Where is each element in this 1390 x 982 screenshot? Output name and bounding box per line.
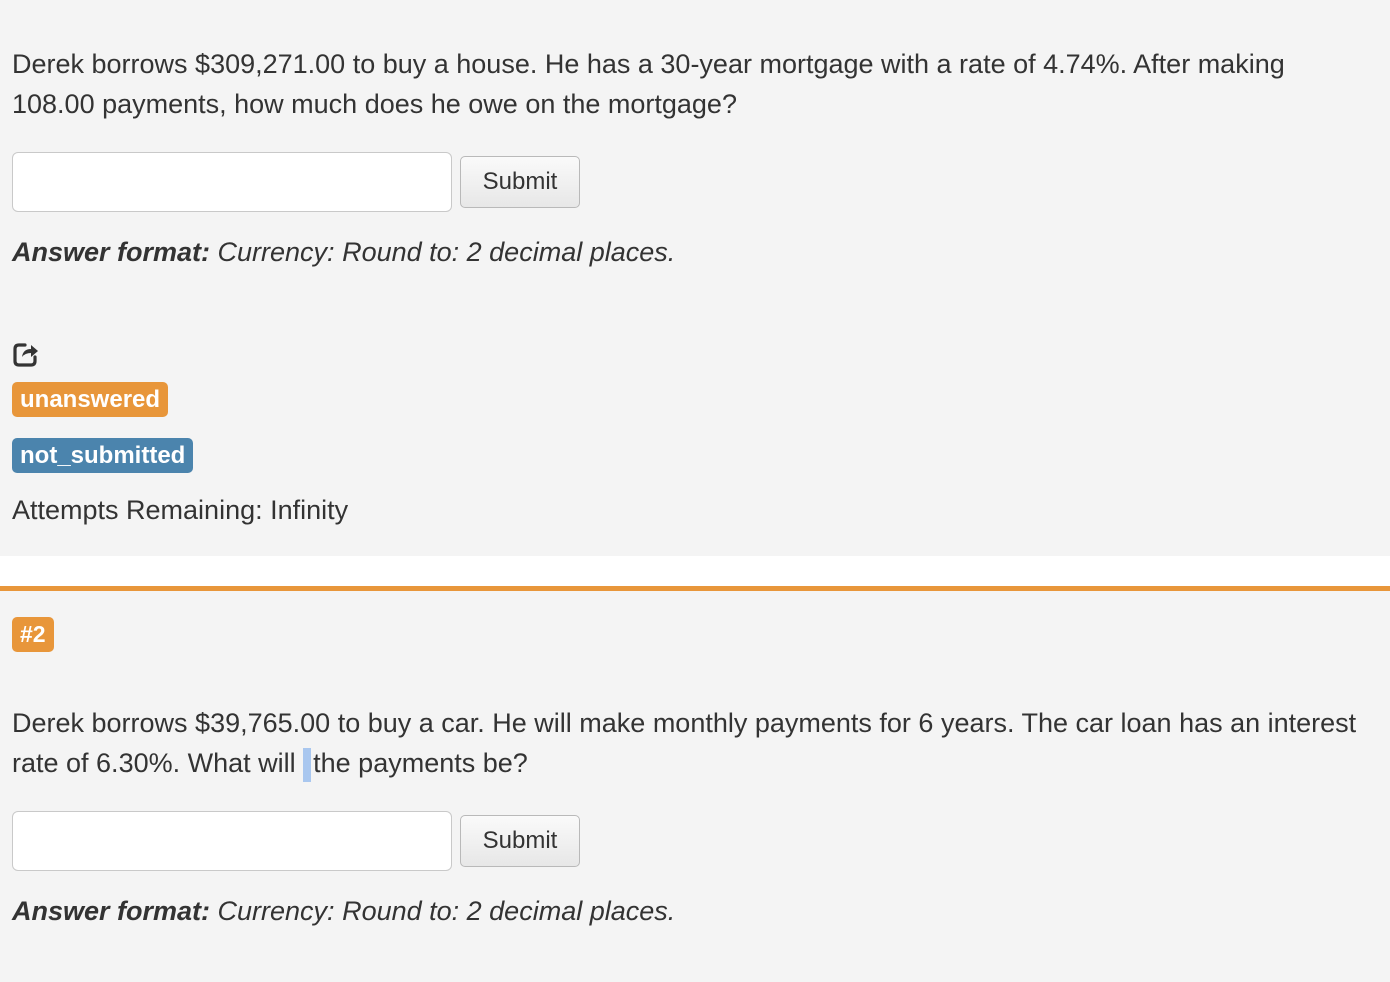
text-cursor bbox=[303, 747, 312, 782]
attempts-remaining: Attempts Remaining: Infinity bbox=[12, 495, 349, 525]
answer-2-input[interactable] bbox=[12, 811, 452, 871]
submit-1-button[interactable]: Submit bbox=[460, 156, 580, 208]
question-number-badge: #2 bbox=[12, 617, 54, 652]
status-badge-not-submitted: not_submitted bbox=[12, 438, 194, 473]
answer-format-2: Answer format: Currency: Round to: 2 dec… bbox=[12, 893, 675, 929]
question-1-panel: Derek borrows $309,271.00 to buy a house… bbox=[0, 0, 1390, 556]
question-2-text-end: the payments be? bbox=[313, 748, 528, 778]
answer-format-label: Answer format: bbox=[12, 237, 211, 267]
submit-2-button[interactable]: Submit bbox=[460, 815, 580, 867]
answer-format-1: Answer format: Currency: Round to: 2 dec… bbox=[12, 234, 675, 270]
share-icon[interactable] bbox=[12, 340, 40, 368]
question-2-text-start: Derek borrows $39,765.00 to buy a car. H… bbox=[12, 708, 1357, 778]
answer-1-input[interactable] bbox=[12, 152, 452, 212]
status-badge-unanswered: unanswered bbox=[12, 382, 169, 417]
question-2-text: Derek borrows $39,765.00 to buy a car. H… bbox=[12, 703, 1372, 783]
answer-format-text: Currency: Round to: 2 decimal places. bbox=[210, 896, 676, 926]
question-1-text: Derek borrows $309,271.00 to buy a house… bbox=[12, 49, 1285, 119]
answer-format-label: Answer format: bbox=[12, 896, 211, 926]
question-2-panel: #2 Derek borrows $39,765.00 to buy a car… bbox=[0, 586, 1390, 982]
answer-format-text: Currency: Round to: 2 decimal places. bbox=[210, 237, 676, 267]
